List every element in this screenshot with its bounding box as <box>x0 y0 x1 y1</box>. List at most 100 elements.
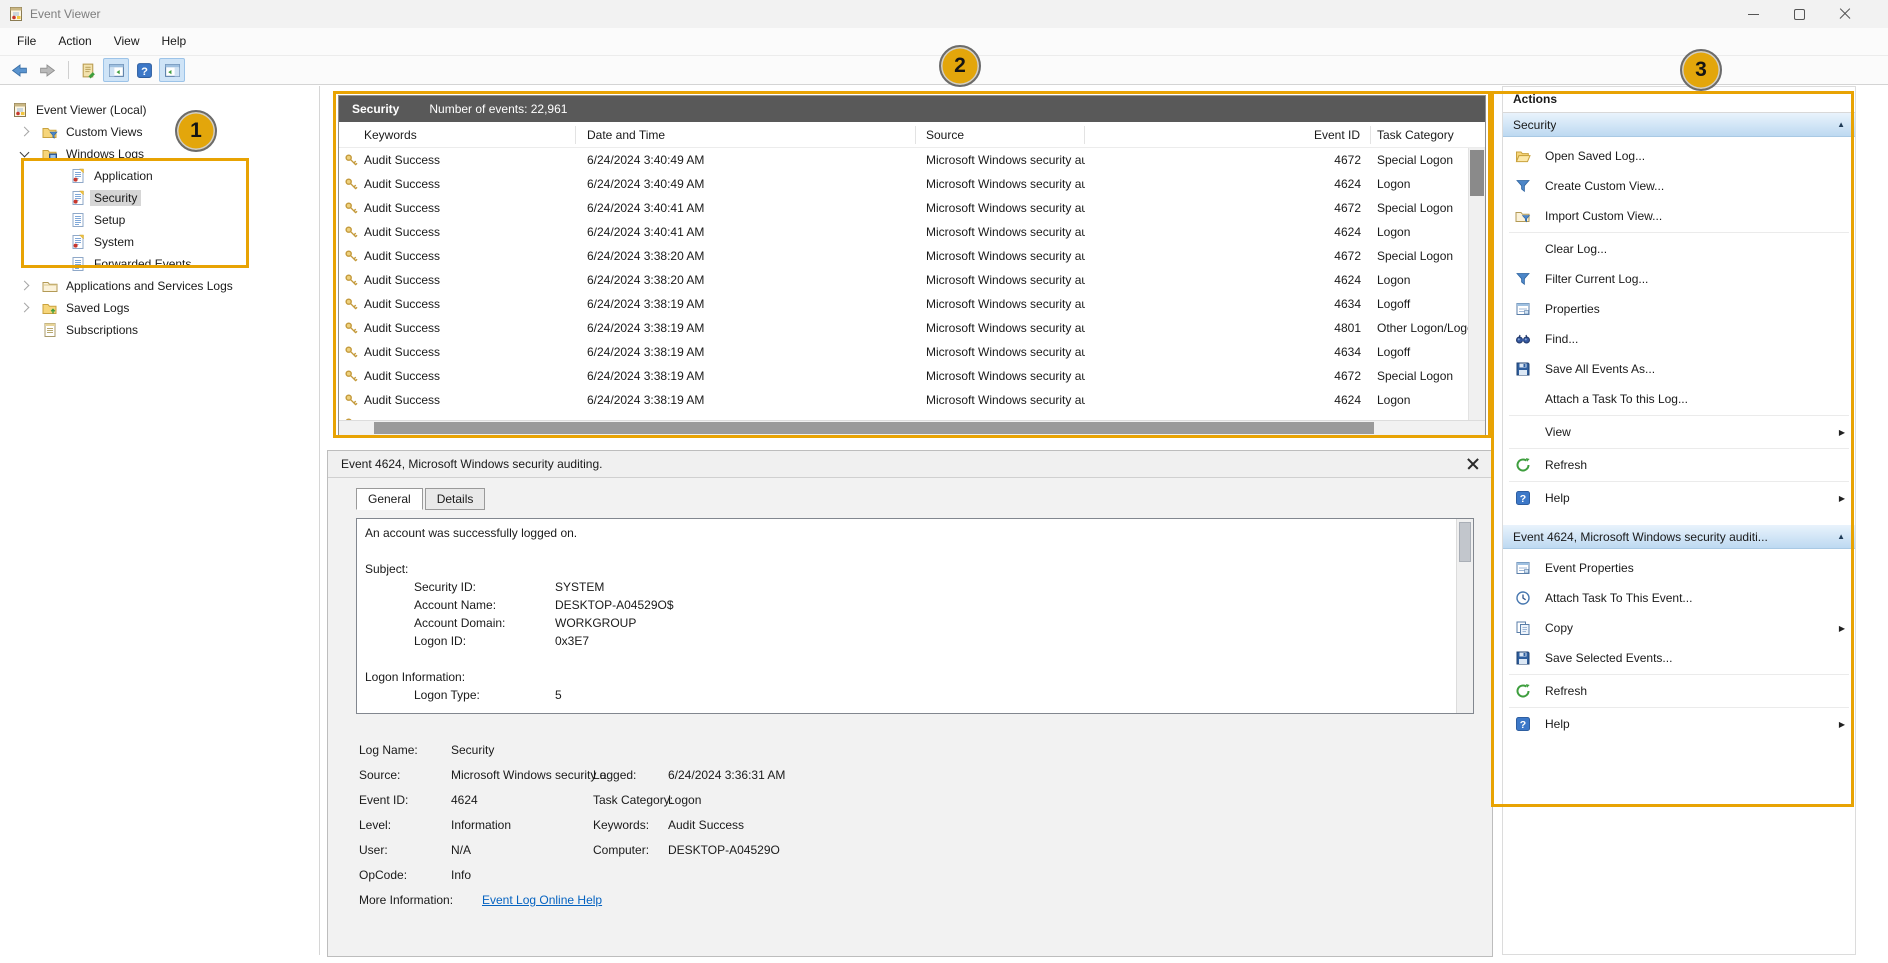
action-pane-toggle-button[interactable] <box>159 58 185 82</box>
action-refresh[interactable]: Refresh <box>1503 450 1855 480</box>
chevron-down-icon[interactable] <box>19 147 30 158</box>
action-save-all-events-as[interactable]: Save All Events As... <box>1503 354 1855 384</box>
table-row[interactable]: Audit Success 6/24/2024 3:38:20 AM Micro… <box>339 244 1485 268</box>
close-details-icon[interactable] <box>1467 458 1479 470</box>
tree-item-setup[interactable]: Setup <box>0 209 319 231</box>
scrollbar-thumb[interactable] <box>1470 150 1484 196</box>
action-attach-task-to-log[interactable]: Attach a Task To this Log... <box>1503 384 1855 414</box>
actions-pane: Actions Security Open Saved Log... Creat… <box>1502 86 1856 955</box>
copy-icon <box>1515 620 1532 636</box>
chevron-right-icon[interactable] <box>19 280 30 291</box>
tree-item-forwarded-events[interactable]: Forwarded Events <box>0 253 319 275</box>
action-attach-task-to-event[interactable]: Attach Task To This Event... <box>1503 583 1855 613</box>
menu-view[interactable]: View <box>103 28 151 55</box>
tree-item-system[interactable]: System <box>0 231 319 253</box>
tree-item-application[interactable]: Application <box>0 165 319 187</box>
event-details-pane: Event 4624, Microsoft Windows security a… <box>327 450 1493 957</box>
maximize-button[interactable] <box>1776 0 1822 28</box>
forward-button[interactable] <box>34 58 60 82</box>
event-viewer-icon <box>12 102 28 118</box>
key-icon <box>344 345 359 360</box>
table-row[interactable]: Audit Success 6/24/2024 3:40:49 AM Micro… <box>339 148 1485 172</box>
action-clear-log[interactable]: Clear Log... <box>1503 234 1855 264</box>
menu-file[interactable]: File <box>6 28 47 55</box>
computer-value: DESKTOP-A04529O <box>668 843 780 857</box>
action-find[interactable]: Find... <box>1503 324 1855 354</box>
collapse-icon[interactable] <box>1831 532 1845 541</box>
action-open-saved-log[interactable]: Open Saved Log... <box>1503 141 1855 171</box>
table-row[interactable]: Audit Success 6/24/2024 3:38:19 AM Micro… <box>339 340 1485 364</box>
action-event-properties[interactable]: Event Properties <box>1503 553 1855 583</box>
task-category-label: Task Category: <box>593 793 674 807</box>
key-icon <box>344 273 359 288</box>
action-import-custom-view[interactable]: Import Custom View... <box>1503 201 1855 231</box>
column-header-keywords[interactable]: Keywords <box>339 125 576 144</box>
scrollbar-thumb[interactable] <box>1459 522 1471 562</box>
close-icon <box>1839 8 1851 20</box>
tree-item-windows-logs[interactable]: Windows Logs <box>0 143 319 165</box>
export-button[interactable] <box>75 58 101 82</box>
action-filter-current-log[interactable]: Filter Current Log... <box>1503 264 1855 294</box>
console-tree-toggle-button[interactable] <box>103 58 129 82</box>
event-properties-icon <box>1515 560 1532 576</box>
vertical-scrollbar[interactable] <box>1468 148 1485 420</box>
scrollbar-thumb[interactable] <box>374 422 1374 434</box>
binoculars-icon <box>1515 331 1532 347</box>
column-header-task[interactable]: Task Category <box>1371 126 1485 144</box>
table-row[interactable]: Audit Success 6/24/2024 3:40:41 AM Micro… <box>339 196 1485 220</box>
close-button[interactable] <box>1822 0 1868 28</box>
help-button[interactable] <box>131 58 157 82</box>
table-row[interactable]: Audit Success 6/24/2024 3:40:49 AM Micro… <box>339 172 1485 196</box>
console-tree-panel: Event Viewer (Local) Custom Views Window… <box>0 86 320 955</box>
windows-logs-folder-icon <box>42 146 58 162</box>
actions-section-security[interactable]: Security <box>1503 113 1855 137</box>
minimize-button[interactable] <box>1730 0 1776 28</box>
event-description-box[interactable]: An account was successfully logged on. S… <box>356 518 1474 714</box>
tree-item-security[interactable]: Security <box>0 187 319 209</box>
back-button[interactable] <box>6 58 32 82</box>
action-create-custom-view[interactable]: Create Custom View... <box>1503 171 1855 201</box>
submenu-arrow-icon <box>1839 428 1845 437</box>
tab-general[interactable]: General <box>356 488 423 510</box>
actions-section-event[interactable]: Event 4624, Microsoft Windows security a… <box>1503 525 1855 549</box>
column-header-event-id[interactable]: Event ID <box>1085 125 1371 144</box>
description-scrollbar[interactable] <box>1456 519 1473 713</box>
table-row[interactable]: Audit Success 6/24/2024 3:38:19 AM Micro… <box>339 364 1485 388</box>
table-row[interactable]: Audit Success 6/24/2024 3:38:20 AM Micro… <box>339 268 1485 292</box>
source-label: Source: <box>359 768 401 782</box>
action-save-selected-events[interactable]: Save Selected Events... <box>1503 643 1855 673</box>
action-properties[interactable]: Properties <box>1503 294 1855 324</box>
tree-item-event-viewer-local[interactable]: Event Viewer (Local) <box>0 99 319 121</box>
computer-label: Computer: <box>593 843 650 857</box>
action-refresh-event[interactable]: Refresh <box>1503 676 1855 706</box>
tree-item-saved-logs[interactable]: Saved Logs <box>0 297 319 319</box>
action-view[interactable]: View <box>1503 417 1855 447</box>
event-log-online-help-link[interactable]: Event Log Online Help <box>482 893 602 907</box>
table-row[interactable]: Audit Success 6/24/2024 3:40:41 AM Micro… <box>339 220 1485 244</box>
tree-item-subscriptions[interactable]: Subscriptions <box>0 319 319 341</box>
table-row[interactable]: Audit Success 6/24/2024 3:38:19 AM Micro… <box>339 292 1485 316</box>
chevron-right-icon[interactable] <box>19 126 30 137</box>
table-row[interactable]: Audit Success 6/24/2024 3:38:19 AM Micro… <box>339 388 1485 412</box>
tree-item-applications-services-logs[interactable]: Applications and Services Logs <box>0 275 319 297</box>
column-header-source[interactable]: Source <box>916 125 1085 144</box>
help-icon <box>1515 490 1532 506</box>
user-value: N/A <box>451 843 472 857</box>
action-copy[interactable]: Copy <box>1503 613 1855 643</box>
toolbar <box>0 56 1888 85</box>
menu-help[interactable]: Help <box>151 28 198 55</box>
collapse-icon[interactable] <box>1831 120 1845 129</box>
action-help-event[interactable]: Help <box>1503 709 1855 739</box>
horizontal-scrollbar[interactable] <box>339 420 1485 435</box>
filter-icon <box>1515 271 1532 287</box>
help-icon <box>136 62 153 79</box>
column-header-datetime[interactable]: Date and Time <box>576 125 916 144</box>
tab-details[interactable]: Details <box>424 488 486 510</box>
action-help[interactable]: Help <box>1503 483 1855 513</box>
tree-item-custom-views[interactable]: Custom Views <box>0 121 319 143</box>
submenu-arrow-icon <box>1839 720 1845 729</box>
chevron-right-icon[interactable] <box>19 302 30 313</box>
table-row[interactable]: Audit Success 6/24/2024 3:38:19 AM Micro… <box>339 316 1485 340</box>
menu-action[interactable]: Action <box>47 28 102 55</box>
key-icon <box>344 297 359 312</box>
